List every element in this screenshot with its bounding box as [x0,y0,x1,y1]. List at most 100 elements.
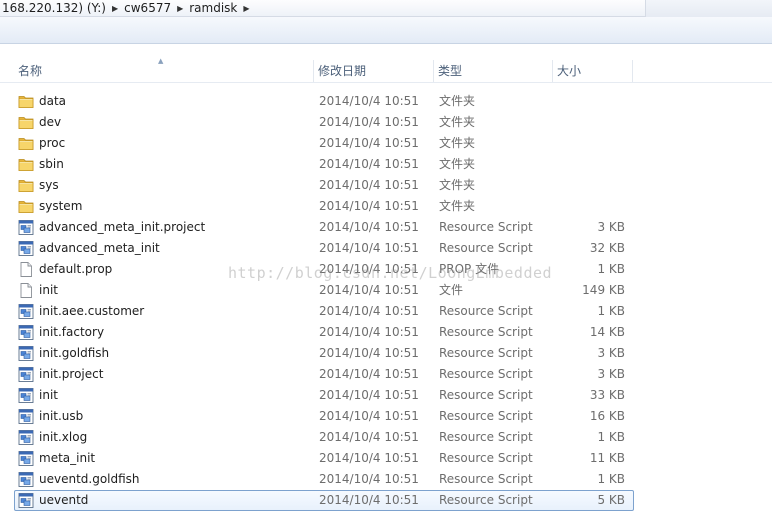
file-row[interactable]: sbin 2014/10/4 10:51 文件夹 [14,154,634,175]
script-file-icon [18,472,34,487]
file-type: 文件夹 [439,136,476,150]
column-header: ▲ 名称 修改日期 类型 大小 [0,57,772,83]
file-type: Resource Script [439,304,533,318]
column-name[interactable]: 名称 [14,60,314,82]
file-size: 33 KB [589,388,625,402]
file-row[interactable]: dev 2014/10/4 10:51 文件夹 [14,112,634,133]
file-row[interactable]: system 2014/10/4 10:51 文件夹 [14,196,634,217]
file-type: 文件夹 [439,199,476,213]
file-name: meta_init [39,451,96,465]
script-file-icon [18,367,34,382]
file-name: init.aee.customer [39,304,145,318]
file-row[interactable]: init.goldfish 2014/10/4 10:51 Resource Scr… [14,343,634,364]
script-file-icon [18,430,34,445]
script-file-icon [18,493,34,508]
file-name: dev [39,115,62,129]
file-type: 文件夹 [439,115,476,129]
file-size: 5 KB [597,493,625,507]
file-date: 2014/10/4 10:51 [319,262,419,276]
breadcrumb-drive[interactable]: 168.220.132) (Y:) ▶ [0,0,122,17]
file-size: 3 KB [597,220,625,234]
file-type: Resource Script [439,346,533,360]
file-row[interactable]: sys 2014/10/4 10:51 文件夹 [14,175,634,196]
file-type: Resource Script [439,388,533,402]
file-date: 2014/10/4 10:51 [319,388,419,402]
file-date: 2014/10/4 10:51 [319,283,419,297]
file-size: 1 KB [597,472,625,486]
file-row[interactable]: ueventd 2014/10/4 10:51 Resource Script 5 K… [14,490,634,511]
file-type: Resource Script [439,451,533,465]
file-date: 2014/10/4 10:51 [319,94,419,108]
file-date: 2014/10/4 10:51 [319,157,419,171]
script-file-icon [18,451,34,466]
folder-icon [18,136,34,151]
file-name: default.prop [39,262,113,276]
file-date: 2014/10/4 10:51 [319,367,419,381]
file-date: 2014/10/4 10:51 [319,451,419,465]
file-size: 1 KB [597,304,625,318]
chevron-right-icon[interactable]: ▶ [112,4,118,13]
file-name: init [39,388,58,402]
breadcrumb-label: 168.220.132) (Y:) [2,1,106,15]
breadcrumb-ramdisk[interactable]: ramdisk ▶ [187,0,253,17]
file-name: ueventd [39,493,89,507]
file-type: Resource Script [439,367,533,381]
chevron-right-icon[interactable]: ▶ [243,4,249,13]
file-row[interactable]: advanced_meta_init.project 2014/10/4 10:5… [14,217,634,238]
file-row[interactable]: init.project 2014/10/4 10:51 Resource Scri… [14,364,634,385]
column-date[interactable]: 修改日期 [314,60,434,82]
file-date: 2014/10/4 10:51 [319,220,419,234]
file-name: proc [39,136,66,150]
file-row[interactable]: advanced_meta_init 2014/10/4 10:51 Resourc… [14,238,634,259]
file-size: 11 KB [589,451,625,465]
search-box[interactable] [645,0,772,17]
folder-icon [18,157,34,172]
file-type: PROP 文件 [439,262,500,276]
folder-icon [18,178,34,193]
breadcrumb-label: ramdisk [189,1,238,15]
file-row[interactable]: data 2014/10/4 10:51 文件夹 [14,91,634,112]
file-row[interactable]: ueventd.goldfish 2014/10/4 10:51 Resource … [14,469,634,490]
file-date: 2014/10/4 10:51 [319,325,419,339]
folder-icon [18,199,34,214]
script-file-icon [18,388,34,403]
file-name: init.xlog [39,430,88,444]
file-date: 2014/10/4 10:51 [319,493,419,507]
file-size: 16 KB [589,409,625,423]
file-type: Resource Script [439,430,533,444]
file-type: Resource Script [439,409,533,423]
file-date: 2014/10/4 10:51 [319,199,419,213]
address-bar[interactable]: 168.220.132) (Y:) ▶ cw6577 ▶ ramdisk ▶ [0,0,772,17]
script-file-icon [18,241,34,256]
column-size[interactable]: 大小 [553,60,633,82]
file-type: Resource Script [439,472,533,486]
breadcrumb-cw6577[interactable]: cw6577 ▶ [122,0,187,17]
file-row[interactable]: init.aee.customer 2014/10/4 10:51 Resource… [14,301,634,322]
column-name-label: 名称 [18,64,43,78]
file-row[interactable]: init 2014/10/4 10:51 文件 149 KB [14,280,634,301]
file-list: data 2014/10/4 10:51 文件夹 dev 2014/10/4 10:5… [14,91,634,511]
file-date: 2014/10/4 10:51 [319,241,419,255]
chevron-right-icon[interactable]: ▶ [177,4,183,13]
file-type: Resource Script [439,325,533,339]
column-type[interactable]: 类型 [434,60,553,82]
file-name: init [39,283,58,297]
file-name: system [39,199,83,213]
file-row[interactable]: default.prop 2014/10/4 10:51 PROP 文件 1 KB [14,259,634,280]
file-type: 文件夹 [439,157,476,171]
file-row[interactable]: proc 2014/10/4 10:51 文件夹 [14,133,634,154]
file-row[interactable]: init.usb 2014/10/4 10:51 Resource Script 16… [14,406,634,427]
column-date-label: 修改日期 [318,64,367,78]
script-file-icon [18,325,34,340]
file-row[interactable]: init.xlog 2014/10/4 10:51 Resource Script 1… [14,427,634,448]
file-size: 3 KB [597,367,625,381]
file-row[interactable]: init 2014/10/4 10:51 Resource Script 33 KB [14,385,634,406]
file-name: init.usb [39,409,84,423]
file-row[interactable]: init.factory 2014/10/4 10:51 Resource Scri… [14,322,634,343]
file-size: 32 KB [589,241,625,255]
file-type: Resource Script [439,241,533,255]
file-row[interactable]: meta_init 2014/10/4 10:51 Resource Script 1… [14,448,634,469]
command-toolbar [0,17,772,44]
script-file-icon [18,220,34,235]
file-type: 文件夹 [439,94,476,108]
